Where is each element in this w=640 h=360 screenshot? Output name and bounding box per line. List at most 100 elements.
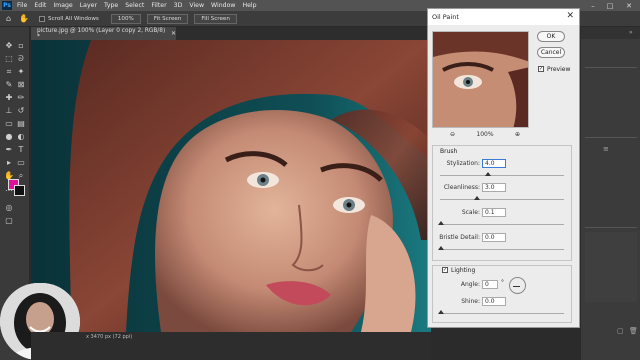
ok-button[interactable]: OK (537, 31, 565, 42)
status-text: x 3470 px (72 ppi) (86, 334, 133, 340)
document-canvas[interactable] (31, 40, 431, 332)
cleanliness-slider[interactable] (440, 196, 564, 200)
pen-tool-icon[interactable]: ✒ (4, 145, 14, 155)
panel-menu-icon[interactable]: ≡ (603, 145, 609, 153)
zoom-level: 100% (476, 131, 494, 138)
delete-layer-icon[interactable]: 🗑 (629, 327, 638, 335)
type-tool-icon[interactable]: T (16, 145, 26, 155)
fit-screen-button[interactable]: Fit Screen (146, 13, 189, 24)
cleanliness-thumb[interactable] (474, 196, 480, 200)
lasso-tool-icon[interactable]: ᘐ (16, 54, 26, 64)
cancel-button[interactable]: Cancel (537, 47, 565, 58)
menu-image[interactable]: Image (53, 2, 72, 9)
clone-stamp-icon[interactable]: ⊥ (4, 106, 14, 116)
document-tab[interactable]: picture.jpg @ 100% (Layer 0 copy 2, RGB/… (31, 27, 176, 40)
brush-section-title: Brush (440, 148, 458, 155)
minimize-icon[interactable]: – (586, 0, 600, 11)
scale-label: Scale: (461, 209, 480, 216)
stylization-label: Stylization: (446, 160, 480, 167)
background-color-swatch[interactable] (14, 185, 25, 196)
bristle-detail-thumb[interactable] (438, 246, 444, 250)
photoshop-logo: Ps (2, 1, 12, 10)
dialog-title: Oil Paint (432, 13, 459, 21)
scale-row: Scale: 0.1 (428, 208, 568, 218)
menu-edit[interactable]: Edit (34, 2, 46, 9)
stylization-slider[interactable] (440, 172, 564, 176)
menu-file[interactable]: File (17, 2, 27, 9)
eyedropper-tool-icon[interactable]: ✎ (4, 80, 14, 90)
panel-section-2 (585, 137, 637, 138)
quick-mask-icon[interactable]: ◎ (4, 203, 14, 213)
eraser-tool-icon[interactable]: ▭ (4, 119, 14, 129)
artboard-tool-icon[interactable]: ▫ (16, 41, 26, 51)
cleanliness-row: Cleanliness: 3.0 (428, 183, 568, 193)
dodge-tool-icon[interactable]: ◐ (16, 132, 26, 142)
angle-label: Angle: (460, 281, 480, 288)
layers-panel-area (585, 232, 637, 302)
shine-thumb[interactable] (438, 310, 444, 314)
new-layer-icon[interactable]: ▢ (617, 327, 624, 335)
marquee-tool-icon[interactable]: ⬚ (4, 54, 14, 64)
preview-checkbox[interactable]: ✓ (538, 66, 544, 72)
menu-3d[interactable]: 3D (174, 2, 183, 9)
menu-select[interactable]: Select (125, 2, 144, 9)
frame-tool-icon[interactable]: ⊠ (16, 80, 26, 90)
bristle-detail-label: Bristle Detail: (439, 234, 480, 241)
lighting-checkbox[interactable]: ✓ (442, 267, 448, 273)
shine-input[interactable]: 0.0 (482, 297, 506, 306)
cursor-icon: ☛ (520, 19, 527, 27)
scale-slider[interactable] (438, 221, 564, 225)
fill-screen-button[interactable]: Fill Screen (194, 13, 237, 24)
menu-help[interactable]: Help (242, 2, 256, 9)
preview-thumbnail[interactable] (432, 31, 529, 128)
oil-paint-dialog: Oil Paint ✕ ☛ OK Cancel ✓ Preview ⊖ 100%… (427, 8, 580, 328)
cleanliness-input[interactable]: 3.0 (482, 183, 506, 192)
history-brush-icon[interactable]: ↺ (16, 106, 26, 116)
hand-tool-icon: ✋ (19, 14, 30, 23)
move-tool-icon[interactable]: ✥ (4, 41, 14, 51)
bristle-row: Bristle Detail: 0.0 (428, 233, 568, 243)
zoom-out-icon[interactable]: ⊖ (450, 131, 455, 138)
lighting-label: Lighting (451, 267, 476, 274)
angle-input[interactable]: 0 (482, 280, 498, 289)
angle-row: Angle: 0 (428, 280, 568, 290)
scroll-all-windows-checkbox[interactable] (39, 15, 46, 22)
shine-label: Shine: (461, 298, 480, 305)
menu-type[interactable]: Type (104, 2, 118, 9)
maximize-icon[interactable]: □ (603, 0, 617, 11)
close-tab-icon[interactable]: ✕ (171, 31, 176, 37)
magic-wand-icon[interactable]: ✦ (16, 67, 26, 77)
gradient-tool-icon[interactable]: ▤ (16, 119, 26, 129)
shine-slider[interactable] (438, 310, 564, 314)
angle-dial[interactable] (509, 277, 526, 294)
panel-section-1 (585, 67, 637, 68)
menu-filter[interactable]: Filter (151, 2, 166, 9)
scale-thumb[interactable] (438, 221, 444, 225)
dialog-title-bar: Oil Paint ✕ (428, 9, 579, 25)
menu-layer[interactable]: Layer (80, 2, 97, 9)
stylization-input[interactable]: 4.0 (482, 159, 506, 168)
close-icon[interactable]: ✕ (566, 11, 574, 21)
home-icon[interactable]: ⌂ (6, 14, 11, 23)
stylization-thumb[interactable] (485, 172, 491, 176)
bristle-detail-input[interactable]: 0.0 (482, 233, 506, 242)
healing-brush-icon[interactable]: ✚ (4, 93, 14, 103)
document-tab-title: picture.jpg @ 100% (Layer 0 copy 2, RGB/… (37, 27, 166, 40)
zoom-100-button[interactable]: 100% (110, 13, 141, 24)
oil-paint-portrait (31, 40, 431, 332)
menu-window[interactable]: Window (211, 2, 235, 9)
brush-tool-icon[interactable]: ✏ (16, 93, 26, 103)
crop-tool-icon[interactable]: ⌗ (4, 67, 14, 77)
angle-unit: ° (501, 279, 504, 286)
screen-mode-icon[interactable]: ▢ (4, 216, 14, 226)
shape-tool-icon[interactable]: ▭ (16, 158, 26, 168)
panel-collapse-icon[interactable]: » (629, 29, 633, 36)
bristle-detail-slider[interactable] (438, 246, 564, 250)
scale-input[interactable]: 0.1 (482, 208, 506, 217)
path-selection-icon[interactable]: ▸ (4, 158, 14, 168)
menu-view[interactable]: View (189, 2, 204, 9)
zoom-in-icon[interactable]: ⊕ (515, 131, 520, 138)
blur-tool-icon[interactable]: ● (4, 132, 14, 142)
close-window-icon[interactable]: ✕ (622, 0, 636, 11)
cleanliness-label: Cleanliness: (443, 184, 480, 191)
